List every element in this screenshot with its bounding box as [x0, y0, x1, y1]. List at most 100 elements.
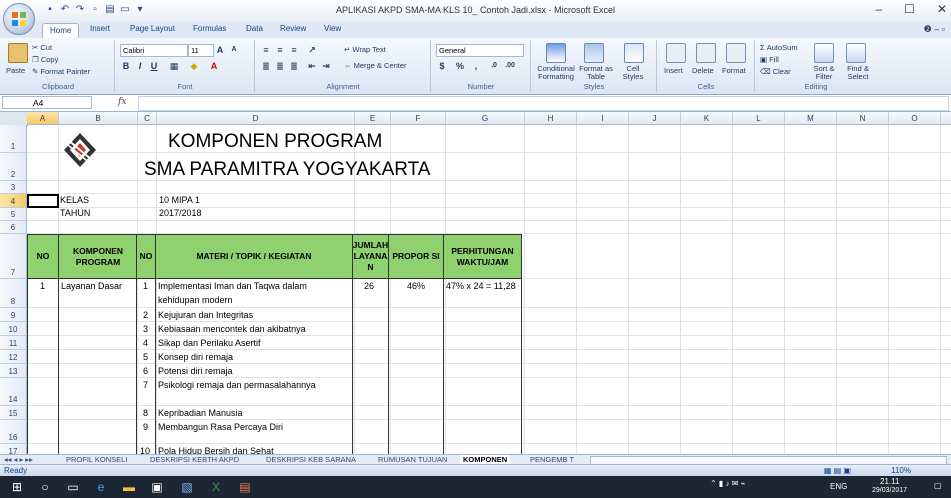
close-button[interactable]: ✕ — [937, 2, 947, 16]
comma-icon[interactable]: , — [470, 60, 482, 72]
zoom-level[interactable]: 110% — [891, 466, 911, 475]
name-box[interactable]: A4 — [2, 96, 92, 109]
row-header[interactable]: 13 — [0, 364, 27, 378]
tab-review[interactable]: Review — [280, 24, 306, 33]
row-header[interactable]: 16 — [0, 420, 27, 444]
column-header[interactable]: M — [785, 112, 837, 125]
column-header[interactable]: K — [681, 112, 733, 125]
edge-icon[interactable]: e — [94, 480, 108, 494]
delete-button[interactable]: Delete — [692, 66, 714, 75]
column-header[interactable]: P — [941, 112, 951, 125]
conditional-formatting-button[interactable]: Conditional Formatting — [534, 65, 578, 81]
orientation-icon[interactable]: ↗ — [306, 44, 318, 56]
formula-input[interactable] — [138, 96, 949, 111]
column-header[interactable]: B — [59, 112, 138, 125]
align-left-icon[interactable]: ≣ — [260, 60, 272, 72]
indent-increase-icon[interactable]: ⇥ — [320, 60, 332, 72]
align-bottom-icon[interactable]: ≡ — [288, 44, 300, 56]
column-header[interactable]: D — [157, 112, 355, 125]
indent-decrease-icon[interactable]: ⇤ — [306, 60, 318, 72]
row-header[interactable]: 7 — [0, 234, 27, 279]
language-indicator[interactable]: ENG — [830, 482, 847, 491]
row-header[interactable]: 11 — [0, 336, 27, 350]
fill-color-icon[interactable]: ◆ — [188, 60, 200, 72]
align-top-icon[interactable]: ≡ — [260, 44, 272, 56]
row-header[interactable]: 8 — [0, 279, 27, 308]
number-format-select[interactable]: General — [436, 44, 524, 57]
column-header[interactable]: I — [577, 112, 629, 125]
notification-icon[interactable]: ▢ — [934, 481, 942, 490]
column-header[interactable]: H — [525, 112, 577, 125]
office-button[interactable] — [3, 3, 35, 35]
font-size-select[interactable]: 11 — [188, 44, 214, 57]
tab-home[interactable]: Home — [42, 23, 80, 38]
row-header[interactable]: 14 — [0, 378, 27, 406]
cell-styles-button[interactable]: Cell Styles — [618, 65, 648, 81]
column-header[interactable]: E — [355, 112, 391, 125]
column-header[interactable]: J — [629, 112, 681, 125]
column-header[interactable]: A — [27, 112, 59, 125]
view-buttons[interactable]: ▦ ▤ ▣ — [824, 466, 851, 475]
column-header[interactable]: F — [391, 112, 446, 125]
maximize-button[interactable]: ☐ — [904, 2, 915, 16]
find-select-button[interactable]: Find & Select — [842, 65, 874, 81]
delete-cells-icon[interactable] — [696, 43, 716, 63]
column-header[interactable]: C — [138, 112, 157, 125]
row-header[interactable]: 2 — [0, 153, 27, 181]
minimize-button[interactable]: – — [875, 2, 882, 16]
increase-decimal-icon[interactable]: .0 — [488, 60, 500, 72]
search-icon[interactable]: ○ — [38, 480, 52, 494]
autosum-button[interactable]: Σ AutoSum — [760, 43, 798, 52]
function-icon[interactable]: fx — [118, 97, 126, 107]
clock-time[interactable]: 21.11 — [880, 477, 899, 486]
sort-filter-icon[interactable] — [814, 43, 834, 63]
format-cells-icon[interactable] — [726, 43, 746, 63]
clock-date[interactable]: 29/03/2017 — [872, 487, 907, 494]
format-painter-button[interactable]: ✎ Format Painter — [32, 67, 90, 76]
tray-icons[interactable]: ⌃ ▮ ♪ ✉ ⌁ — [710, 479, 746, 488]
tab-data[interactable]: Data — [246, 24, 263, 33]
row-header[interactable]: 1 — [0, 125, 27, 153]
column-header[interactable]: N — [837, 112, 889, 125]
paste-button[interactable]: Paste — [6, 66, 25, 75]
tab-view[interactable]: View — [324, 24, 341, 33]
italic-button[interactable]: I — [134, 60, 146, 72]
align-right-icon[interactable]: ≣ — [288, 60, 300, 72]
percent-icon[interactable]: % — [454, 60, 466, 72]
row-header[interactable]: 12 — [0, 350, 27, 364]
row-header[interactable]: 9 — [0, 308, 27, 322]
borders-icon[interactable]: ▦ — [168, 60, 180, 72]
format-button[interactable]: Format — [722, 66, 746, 75]
tab-page-layout[interactable]: Page Layout — [130, 24, 175, 33]
row-header[interactable]: 15 — [0, 406, 27, 420]
currency-icon[interactable]: $ — [436, 60, 448, 72]
row-header[interactable]: 6 — [0, 221, 27, 234]
tab-insert[interactable]: Insert — [90, 24, 110, 33]
windows-start-icon[interactable]: ⊞ — [10, 480, 24, 494]
insert-button[interactable]: Insert — [664, 66, 683, 75]
format-as-table-button[interactable]: Format as Table — [578, 65, 614, 81]
shrink-font-icon[interactable]: A — [228, 44, 240, 56]
column-header[interactable]: L — [733, 112, 785, 125]
row-header[interactable]: 17 — [0, 444, 27, 454]
find-binoculars-icon[interactable] — [846, 43, 866, 63]
insert-cells-icon[interactable] — [666, 43, 686, 63]
grow-font-icon[interactable]: A — [214, 44, 226, 56]
help-icon[interactable]: ❷ – ▫ — [924, 24, 945, 35]
fill-button[interactable]: ▣ Fill — [760, 55, 779, 64]
clear-button[interactable]: ⌫ Clear — [760, 67, 791, 76]
conditional-formatting-icon[interactable] — [546, 43, 566, 63]
copy-button[interactable]: ❐ Copy — [32, 55, 58, 64]
merge-center-button[interactable]: ⇔ Merge & Center — [344, 61, 407, 70]
app-taskbar-icon[interactable]: ▤ — [238, 480, 252, 494]
task-view-icon[interactable]: ▭ — [66, 480, 80, 494]
cell-styles-icon[interactable] — [624, 43, 644, 63]
font-color-icon[interactable]: A — [208, 60, 220, 72]
tab-formulas[interactable]: Formulas — [193, 24, 226, 33]
font-name-select[interactable]: Calibri — [120, 44, 188, 57]
photos-icon[interactable]: ▧ — [180, 480, 194, 494]
paste-icon[interactable] — [8, 43, 28, 63]
bold-button[interactable]: B — [120, 60, 132, 72]
row-header[interactable]: 5 — [0, 208, 27, 221]
store-icon[interactable]: ▣ — [150, 480, 164, 494]
